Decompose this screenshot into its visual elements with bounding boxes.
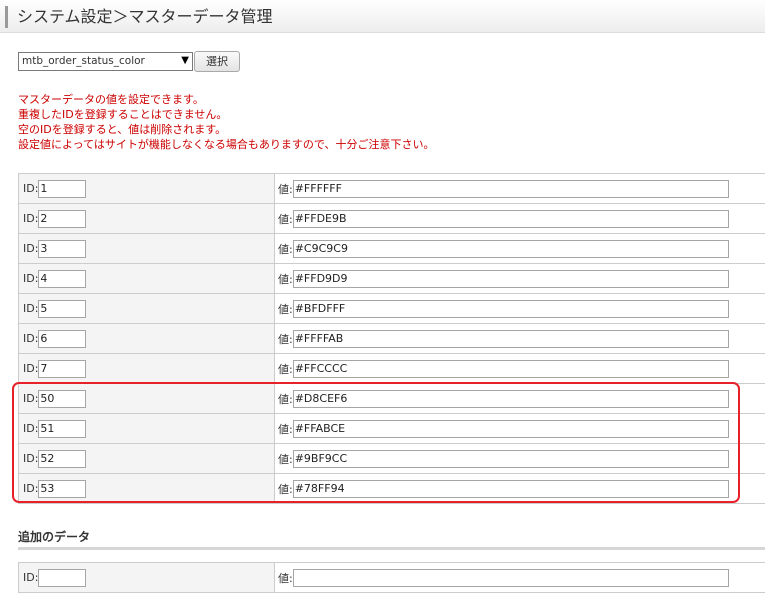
table-row: ID: 5 値: #BFDFFF: [18, 293, 765, 324]
id-cell: ID: 2: [18, 203, 275, 234]
id-cell: ID:: [18, 562, 275, 593]
new-value-input[interactable]: [292, 568, 729, 587]
value-label: 値:: [278, 272, 293, 286]
add-data-section-title: 追加のデータ: [18, 530, 91, 544]
id-cell: ID: 7: [18, 353, 275, 384]
table-row: ID: 7 値: #FFCCCC: [18, 353, 765, 384]
value-cell: 値: #FFD9D9: [274, 263, 765, 294]
table-row: ID: 2 値: #FFDE9B: [18, 203, 765, 234]
value-cell: 値: #FFFFAB: [274, 323, 765, 354]
id-label: ID:: [23, 242, 39, 255]
id-cell: ID: 3: [18, 233, 275, 264]
highlight-annotation: [12, 382, 740, 503]
select-button[interactable]: 選択: [194, 51, 240, 72]
value-cell: 値: #FFFFFF: [274, 173, 765, 204]
value-label: 値:: [278, 242, 293, 256]
value-cell: 値: #BFDFFF: [274, 293, 765, 324]
value-cell: 値: #FFCCCC: [274, 353, 765, 384]
id-input[interactable]: 6: [38, 329, 87, 348]
notice-text: マスターデータの値を設定できます。 重複したIDを登録することはできません。 空…: [18, 92, 434, 152]
value-label: 値:: [278, 362, 293, 376]
table-row: ID: 3 値: #C9C9C9: [18, 233, 765, 264]
id-input[interactable]: 1: [38, 179, 87, 198]
id-input[interactable]: 2: [38, 209, 87, 228]
add-data-row: ID: 値:: [18, 562, 765, 593]
id-input[interactable]: 4: [38, 269, 87, 288]
master-data-select[interactable]: mtb_order_status_color ▼: [18, 52, 193, 71]
master-data-select-value: mtb_order_status_color: [22, 55, 145, 67]
value-input[interactable]: #FFFFAB: [292, 329, 729, 348]
id-input[interactable]: 5: [38, 299, 87, 318]
value-label: 値:: [278, 212, 293, 226]
id-input[interactable]: 3: [38, 239, 87, 258]
value-input[interactable]: #FFFFFF: [292, 179, 729, 198]
value-cell: 値: #C9C9C9: [274, 233, 765, 264]
id-label: ID:: [23, 332, 39, 345]
value-cell: 値:: [274, 562, 765, 593]
add-data-table: ID: 値:: [18, 562, 765, 593]
id-cell: ID: 1: [18, 173, 275, 204]
id-input[interactable]: 7: [38, 359, 87, 378]
value-input[interactable]: #BFDFFF: [292, 299, 729, 318]
value-label: 値:: [278, 182, 293, 196]
value-input[interactable]: #C9C9C9: [292, 239, 729, 258]
new-id-input[interactable]: [38, 568, 87, 587]
id-label: ID:: [23, 212, 39, 225]
page-title: システム設定＞マスターデータ管理: [17, 7, 273, 26]
id-cell: ID: 4: [18, 263, 275, 294]
notice-line: 設定値によってはサイトが機能しなくなる場合もありますので、十分ご注意下さい。: [18, 138, 435, 151]
id-label: ID:: [23, 272, 39, 285]
table-row: ID: 4 値: #FFD9D9: [18, 263, 765, 294]
id-label: ID:: [23, 302, 39, 315]
id-label: ID:: [23, 182, 39, 195]
value-input[interactable]: #FFD9D9: [292, 269, 729, 288]
value-label: 値:: [278, 571, 293, 585]
chevron-down-icon: ▼: [181, 55, 189, 66]
value-input[interactable]: #FFCCCC: [292, 359, 729, 378]
notice-line: マスターデータの値を設定できます。: [18, 93, 204, 106]
table-row: ID: 1 値: #FFFFFF: [18, 173, 765, 204]
page-header: システム設定＞マスターデータ管理: [0, 0, 765, 33]
id-cell: ID: 6: [18, 323, 275, 354]
value-label: 値:: [278, 302, 293, 316]
value-input[interactable]: #FFDE9B: [292, 209, 729, 228]
section-divider: [18, 547, 765, 550]
header-accent-bar: [5, 6, 8, 28]
notice-line: 空のIDを登録すると、値は削除されます。: [18, 123, 227, 136]
notice-line: 重複したIDを登録することはできません。: [18, 108, 228, 121]
value-cell: 値: #FFDE9B: [274, 203, 765, 234]
value-label: 値:: [278, 332, 293, 346]
id-cell: ID: 5: [18, 293, 275, 324]
id-label: ID:: [23, 571, 39, 584]
table-row: ID: 6 値: #FFFFAB: [18, 323, 765, 354]
id-label: ID:: [23, 362, 39, 375]
